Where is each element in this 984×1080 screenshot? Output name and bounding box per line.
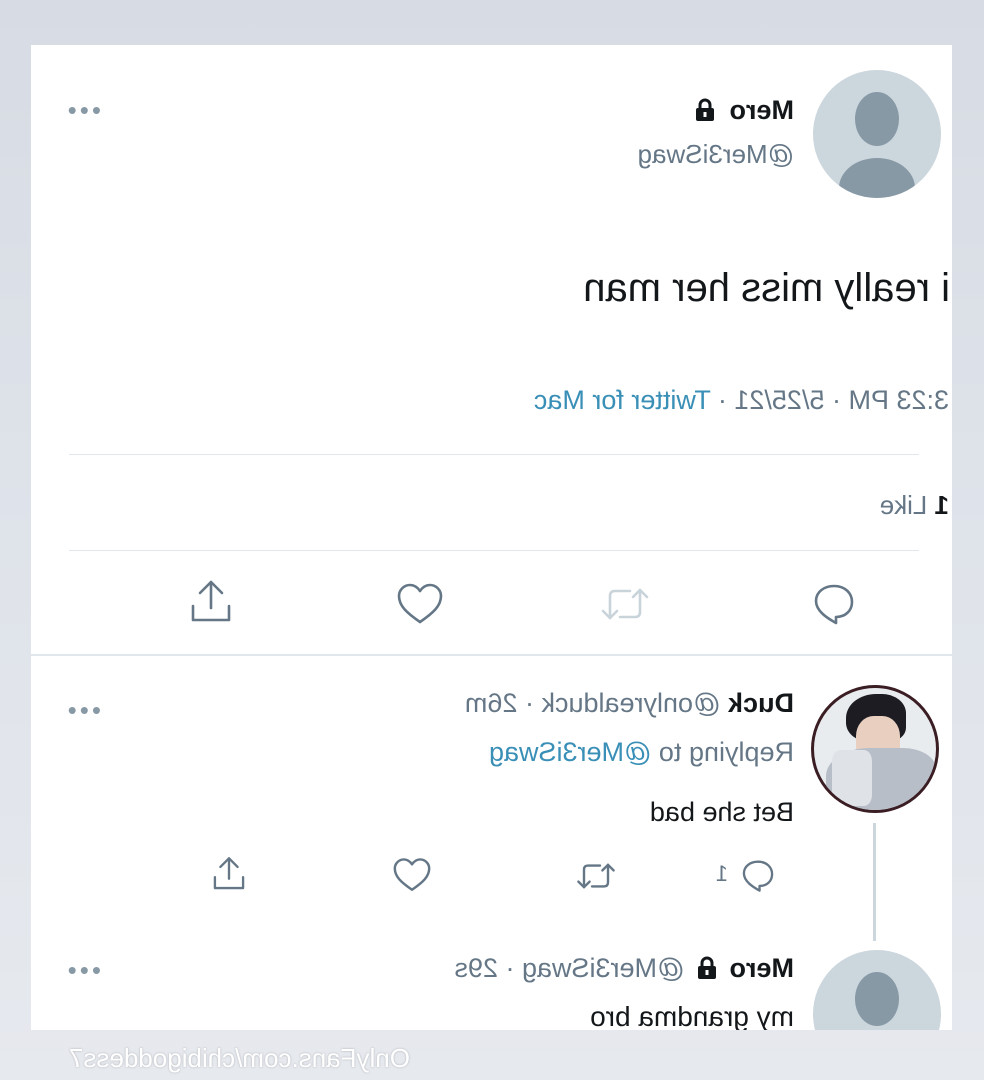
main-tweet-avatar[interactable] [813,70,941,198]
watermark: OnlyFans.com/chibigoddess7 [68,1043,410,1073]
replying-prefix: Replying to [651,737,794,767]
reply-author-name[interactable]: Duck [728,688,794,718]
reply-avatar-mero[interactable] [813,950,941,1030]
reply-text-mero: my grandma bro [590,1001,794,1030]
reply2-handle-time[interactable]: @Mer3iSwag · 29s [454,953,684,983]
replying-to-link[interactable]: @Mer3iSwag [489,737,651,767]
likes-summary[interactable]: 1 Like [880,488,949,522]
likes-label: Like [879,490,935,520]
divider-bottom [69,550,919,551]
thread-connector [873,823,876,941]
thread-divider [31,654,952,656]
reply-header-mero: Mero @Mer3iSwag · 29s [454,951,794,985]
tweet-source-link[interactable]: Twitter for Mac [534,385,711,415]
tweet-timestamp: 3:23 PM · 5/25/21 · [710,385,949,415]
share-icon[interactable] [188,578,234,626]
reply-like-icon[interactable] [392,857,432,893]
lock-icon [694,98,716,122]
main-tweet-author[interactable]: Mero [694,93,794,127]
main-tweet-text: i really miss her man [583,266,950,310]
reply2-author-name[interactable]: Mero [729,953,794,983]
reply-more-options-icon[interactable]: ••• [65,695,101,725]
like-icon[interactable] [396,582,444,626]
main-tweet-meta: 3:23 PM · 5/25/21 · Twitter for Mac [534,382,949,418]
divider-top [69,454,919,455]
reply-avatar-duck[interactable] [811,685,939,813]
reply-retweet-icon[interactable] [576,858,616,894]
retweet-icon-disabled [600,582,650,626]
author-name[interactable]: Mero [729,95,794,125]
replying-to: Replying to @Mer3iSwag [489,735,794,769]
reply2-lock-icon [696,956,718,980]
reply-count: 1 [715,861,728,886]
likes-count: 1 [934,490,949,520]
reply-icon[interactable] [811,580,857,626]
tweet-thread-card: Mero @Mer3iSwag ••• i really miss her ma… [31,45,952,1030]
reply-handle-time[interactable]: @onlyrealduck · 26m [465,688,721,718]
reply-share-icon[interactable] [211,855,247,893]
main-tweet-handle[interactable]: @Mer3iSwag [638,137,794,171]
mirrored-content: Mero @Mer3iSwag ••• i really miss her ma… [31,45,952,1030]
more-options-icon[interactable]: ••• [65,95,101,125]
reply-header-duck: Duck @onlyrealduck · 26m [465,686,794,720]
reply2-more-options-icon[interactable]: ••• [65,955,101,985]
reply-text-duck: Bet she bad [649,797,794,827]
reply-reply-icon[interactable] [740,857,776,893]
